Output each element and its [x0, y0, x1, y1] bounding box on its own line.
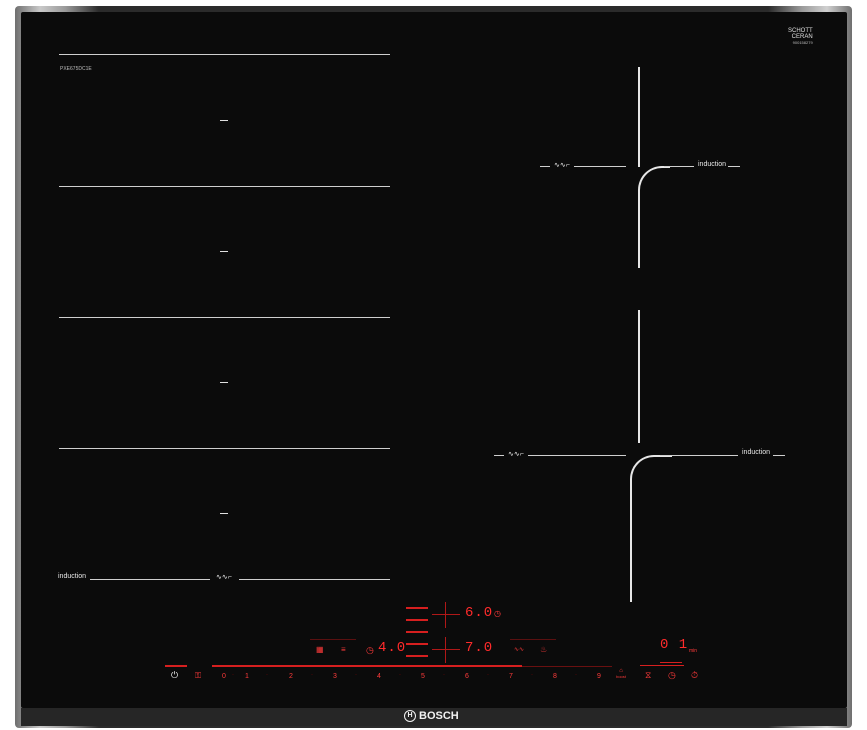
flex-symbol-lower: ∿∿⌐: [508, 451, 524, 458]
zone-center-mark-1: [220, 120, 228, 121]
right-indicator: [640, 665, 684, 666]
flex-line-lower: [528, 455, 626, 456]
zone-indicator-bar-3: [406, 631, 428, 633]
child-lock-icon[interactable]: ⚿: [195, 671, 201, 681]
zone-indicator-bar-4: [406, 643, 428, 645]
zone-divider-3: [59, 317, 390, 318]
induction-line-upper: [664, 166, 694, 167]
power-slider-track[interactable]: [212, 665, 522, 667]
hourglass-icon[interactable]: ⧖: [645, 670, 651, 681]
pot-icon[interactable]: ♨: [540, 645, 547, 654]
schott-code: 900158279: [792, 40, 813, 45]
display-mid: 7.0: [465, 640, 494, 656]
schott-ceran-logo: SCHOTT CERAN 900158279: [788, 28, 813, 46]
zone-center-mark-3: [220, 382, 228, 383]
clock-icon-left[interactable]: ◷: [366, 645, 374, 656]
display-top: 6.0: [465, 605, 494, 621]
model-number: PXE675DC1E: [60, 66, 92, 72]
induction-line-lower-end: [773, 455, 785, 456]
induction-line-left: [90, 579, 210, 580]
curve-upper: [638, 166, 670, 268]
panel-top-line-right: [510, 639, 556, 640]
crosshair-top: [432, 602, 460, 628]
scale-tick-3: ·: [355, 672, 357, 678]
zone-center-mark-2: [220, 251, 228, 252]
scale-tick-8: ·: [575, 672, 577, 678]
right-zone-upper-vertical-top: [638, 67, 640, 167]
flex-zone-icon[interactable]: ∿∿: [514, 646, 524, 653]
zone-divider-1: [59, 54, 390, 55]
scale-4[interactable]: 4: [377, 673, 381, 680]
scale-3[interactable]: 3: [333, 673, 337, 680]
scale-6[interactable]: 6: [465, 673, 469, 680]
scale-tick-2: ·: [311, 672, 313, 678]
power-indicator-left: [165, 665, 187, 667]
power-button-icon[interactable]: ⏻: [171, 670, 178, 681]
induction-label-upper: induction: [698, 161, 727, 168]
scale-tick-4: ·: [399, 672, 401, 678]
scale-0[interactable]: 0: [222, 673, 226, 680]
grid-icon[interactable]: ▦: [316, 645, 324, 654]
power-slider-track-rest[interactable]: [522, 666, 612, 667]
panel-top-line-left: [310, 639, 356, 640]
brand-name: BOSCH: [419, 710, 459, 722]
scale-tick-6: ·: [487, 672, 489, 678]
display-left: 4.0: [378, 640, 407, 656]
zone-indicator-bar-5: [406, 655, 428, 657]
scale-7[interactable]: 7: [509, 673, 513, 680]
curve-lower: [630, 455, 672, 602]
boost-button[interactable]: ⌂ boost: [613, 668, 629, 679]
zone-indicator-bar-2: [406, 619, 428, 621]
scale-tick-1: ·: [266, 672, 268, 678]
right-zone-lower-vertical-top: [638, 310, 640, 443]
scale-8[interactable]: 8: [553, 673, 557, 680]
display-right: 0 1: [660, 637, 689, 653]
scale-tick-5: ·: [443, 672, 445, 678]
scale-tick-7: ·: [531, 672, 533, 678]
timer-icon-top[interactable]: ◷: [494, 609, 501, 618]
unit-min: min: [689, 648, 698, 654]
zone-divider-4: [59, 448, 390, 449]
induction-line-lower: [660, 455, 738, 456]
zone-indicator-bar-1: [406, 607, 428, 609]
scale-tick-0: ·: [232, 672, 234, 678]
flex-line-upper: [574, 166, 626, 167]
induction-label-left: induction: [58, 573, 87, 580]
scale-1[interactable]: 1: [245, 673, 249, 680]
flex-symbol-upper: ∿∿⌐: [554, 162, 570, 169]
flex-symbol-left: ∿∿⌐: [216, 574, 232, 581]
stopwatch-icon[interactable]: ⏱: [691, 670, 698, 681]
crosshair-mid: [432, 637, 460, 663]
zone-divider-2: [59, 186, 390, 187]
zone-center-mark-4: [220, 513, 228, 514]
scale-2[interactable]: 2: [289, 673, 293, 680]
scale-5[interactable]: 5: [421, 673, 425, 680]
bosch-logo: H BOSCH: [404, 710, 459, 723]
flex-line-lower-dash: [494, 455, 504, 456]
right-indicator-2: [660, 662, 682, 663]
bosch-mark-icon: H: [404, 710, 416, 723]
flex-line-left: [239, 579, 390, 580]
flex-line-upper-left-dash: [540, 166, 550, 167]
timer-clock-icon[interactable]: ◷: [668, 670, 676, 681]
induction-label-lower: induction: [742, 449, 771, 456]
induction-line-upper-end: [728, 166, 740, 167]
scale-9[interactable]: 9: [597, 673, 601, 680]
boost-label: boost: [616, 674, 626, 679]
list-icon[interactable]: ≡: [341, 645, 346, 654]
